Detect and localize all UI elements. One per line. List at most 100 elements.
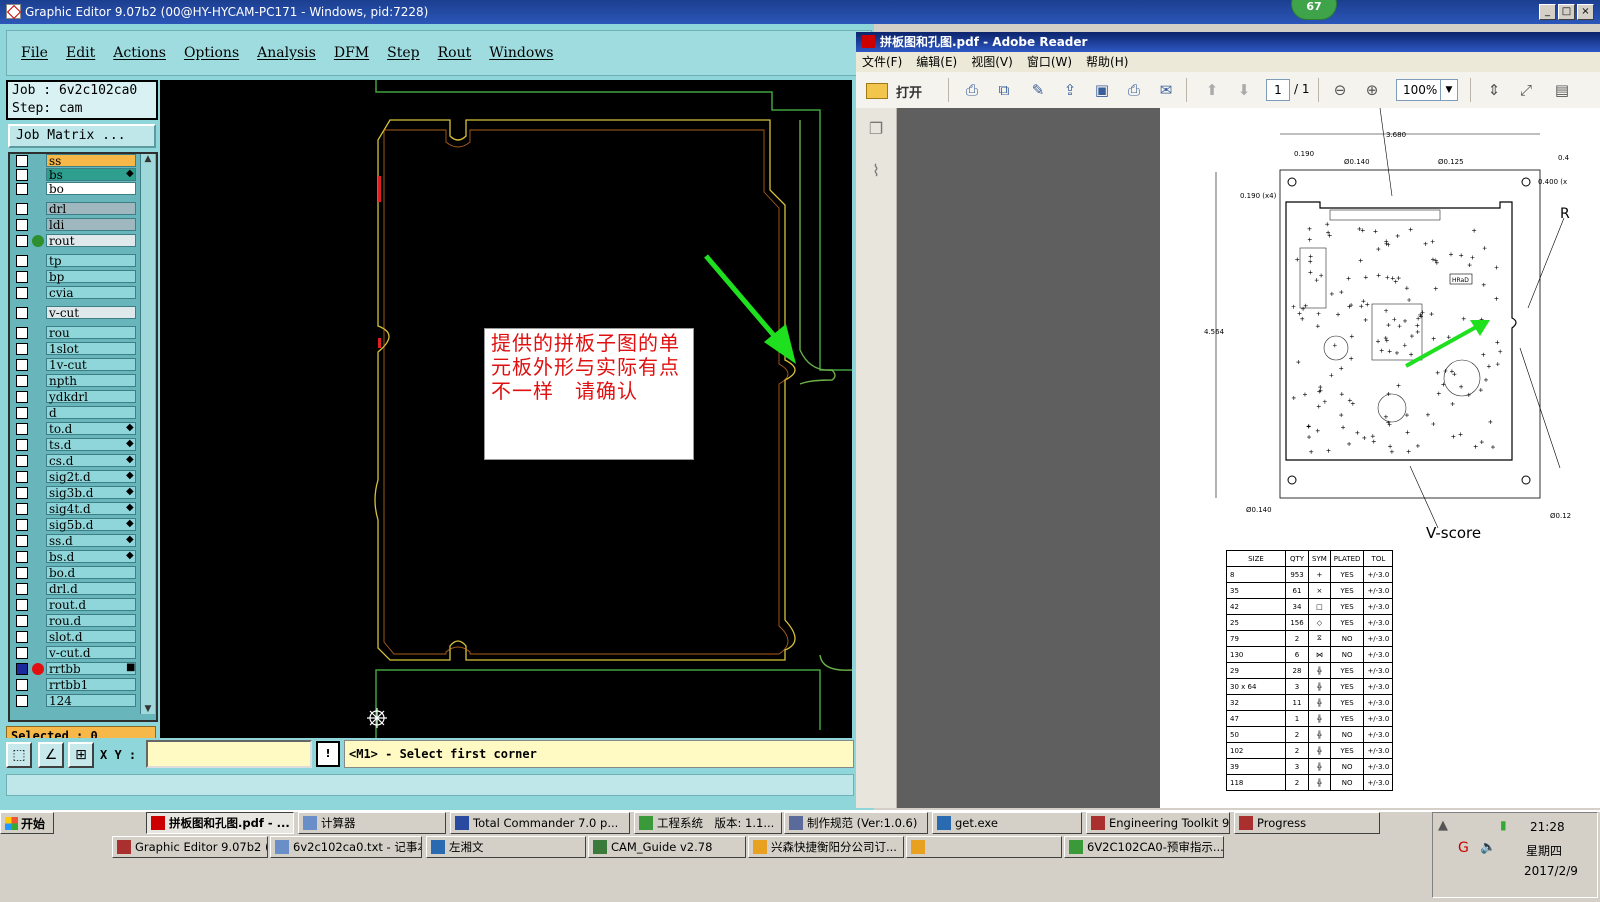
layer-checkbox[interactable] [16, 423, 28, 435]
xy-apply-button[interactable]: ! [316, 741, 340, 767]
layer-name[interactable]: ldi [46, 218, 136, 232]
ar-menu-edit[interactable]: 编辑(E) [916, 52, 957, 72]
layer-row-sig5b-d[interactable]: sig5b.d ◆ [10, 518, 150, 532]
layer-name[interactable]: ydkdrl [46, 390, 136, 404]
layer-checkbox[interactable] [16, 455, 28, 467]
layer-checkbox[interactable] [16, 663, 28, 675]
email-icon[interactable]: ✉ [1156, 80, 1176, 100]
zoom-in-tool-icon[interactable]: ⬚ [6, 742, 32, 768]
layer-row-ts-d[interactable]: ts.d ◆ [10, 438, 150, 452]
layer-checkbox[interactable] [16, 679, 28, 691]
layer-scrollbar[interactable]: ▲ ▼ [140, 154, 155, 714]
fit-page-icon[interactable]: ⇕ [1484, 80, 1504, 100]
layer-checkbox[interactable] [16, 583, 28, 595]
layer-row-npth[interactable]: npth [10, 374, 150, 388]
layer-row-sig4t-d[interactable]: sig4t.d ◆ [10, 502, 150, 516]
ar-menu-file[interactable]: 文件(F) [862, 52, 902, 72]
layer-name[interactable]: 1v-cut [46, 358, 136, 372]
menu-actions[interactable]: Actions [113, 45, 166, 61]
taskbar-item[interactable]: 制作规范 (Ver:1.0.6) [784, 812, 928, 834]
layer-checkbox[interactable] [16, 551, 28, 563]
layer-row-ldi[interactable]: ldi [10, 218, 150, 232]
combine-icon[interactable]: ⧉ [994, 80, 1014, 100]
layer-name[interactable]: d [46, 406, 136, 420]
layer-name[interactable]: tp [46, 254, 136, 268]
layer-name[interactable]: ss [46, 154, 136, 168]
taskbar-item[interactable]: 计算器 [298, 812, 446, 834]
layer-row-drl[interactable]: drl [10, 202, 150, 216]
layer-checkbox[interactable] [16, 487, 28, 499]
taskbar-item[interactable]: Progress [1234, 812, 1380, 834]
layer-row-sig3b-d[interactable]: sig3b.d ◆ [10, 486, 150, 500]
layer-row-rou[interactable]: rou [10, 326, 150, 340]
taskbar-item[interactable]: 拼板图和孔图.pdf - ... [146, 812, 294, 834]
notification-badge[interactable]: 67 [1291, 0, 1337, 20]
speaker-icon[interactable]: 🔈 [1480, 840, 1496, 855]
close-button[interactable]: × [1577, 4, 1594, 20]
layer-name[interactable]: slot.d [46, 630, 136, 644]
taskbar-item[interactable]: Engineering Toolkit 9.0... [1086, 812, 1230, 834]
layer-name[interactable]: drl.d [46, 582, 136, 596]
grid-tool-icon[interactable]: ⊞ [68, 742, 94, 768]
menu-windows[interactable]: Windows [489, 45, 553, 61]
taskbar-item[interactable]: Graphic Editor 9.07b2 (0... [112, 836, 268, 858]
layer-row-rrtbb[interactable]: rrtbb ■ [10, 662, 150, 676]
taskbar-item[interactable]: get.exe [932, 812, 1082, 834]
layer-checkbox[interactable] [16, 471, 28, 483]
layer-checkbox[interactable] [16, 519, 28, 531]
page-number-input[interactable]: 1 [1266, 79, 1290, 101]
menu-options[interactable]: Options [184, 45, 239, 61]
pages-panel-icon[interactable]: ❐ [865, 118, 887, 140]
layer-checkbox[interactable] [16, 535, 28, 547]
layer-name[interactable]: rou.d [46, 614, 136, 628]
layer-row-bo-d[interactable]: bo.d [10, 566, 150, 580]
scroll-up-icon[interactable]: ▲ [143, 154, 153, 164]
layer-row-rout[interactable]: rout [10, 234, 150, 248]
layer-checkbox[interactable] [16, 219, 28, 231]
menu-analysis[interactable]: Analysis [257, 45, 316, 61]
signal-icon[interactable]: ▮ [1500, 818, 1507, 832]
layer-checkbox[interactable] [16, 169, 28, 181]
ar-menu-help[interactable]: 帮助(H) [1086, 52, 1128, 72]
layer-row-sig2t-d[interactable]: sig2t.d ◆ [10, 470, 150, 484]
layer-name[interactable]: v-cut.d [46, 646, 136, 660]
layer-name[interactable]: npth [46, 374, 136, 388]
layer-checkbox[interactable] [16, 287, 28, 299]
layer-checkbox[interactable] [16, 359, 28, 371]
fit-width-icon[interactable]: ⤢ [1516, 80, 1536, 100]
layer-row-v-cut[interactable]: v-cut [10, 306, 150, 320]
ar-menu-window[interactable]: 窗口(W) [1027, 52, 1072, 72]
create-pdf-icon[interactable]: ⎙ [962, 80, 982, 100]
layer-name[interactable]: sig5b.d [46, 518, 136, 532]
minimize-button[interactable]: _ [1539, 4, 1556, 20]
taskbar-item[interactable]: CAM_Guide v2.78 [588, 836, 746, 858]
layer-name[interactable]: v-cut [46, 306, 136, 320]
layer-name[interactable]: ss.d [46, 534, 136, 548]
layer-checkbox[interactable] [16, 503, 28, 515]
layer-row-rrtbb1[interactable]: rrtbb1 [10, 678, 150, 692]
layer-row-to-d[interactable]: to.d ◆ [10, 422, 150, 436]
layer-checkbox[interactable] [16, 343, 28, 355]
layer-checkbox[interactable] [16, 439, 28, 451]
zoom-in-icon[interactable]: ⊕ [1362, 80, 1382, 100]
layer-row-rou-d[interactable]: rou.d [10, 614, 150, 628]
layer-row-v-cut-d[interactable]: v-cut.d [10, 646, 150, 660]
layer-name[interactable]: bs.d [46, 550, 136, 564]
layer-name[interactable]: rou [46, 326, 136, 340]
edit-icon[interactable]: ✎ [1028, 80, 1048, 100]
layer-row-ss[interactable]: ss [10, 154, 150, 168]
layer-row-cvia[interactable]: cvia [10, 286, 150, 300]
layer-name[interactable]: cs.d [46, 454, 136, 468]
layer-name[interactable]: bo.d [46, 566, 136, 580]
ar-menu-view[interactable]: 视图(V) [971, 52, 1013, 72]
layer-checkbox[interactable] [16, 391, 28, 403]
save-icon[interactable]: ▣ [1092, 80, 1112, 100]
layer-checkbox[interactable] [16, 235, 28, 247]
taskbar-item[interactable]: 6V2C102CA0-预审指示.... [1064, 836, 1224, 858]
layer-row-bp[interactable]: bp [10, 270, 150, 284]
prev-page-icon[interactable]: ⬆ [1202, 80, 1222, 100]
layer-checkbox[interactable] [16, 631, 28, 643]
menu-dfm[interactable]: DFM [334, 45, 369, 61]
menu-edit[interactable]: Edit [66, 45, 95, 61]
layer-name[interactable]: sig4t.d [46, 502, 136, 516]
